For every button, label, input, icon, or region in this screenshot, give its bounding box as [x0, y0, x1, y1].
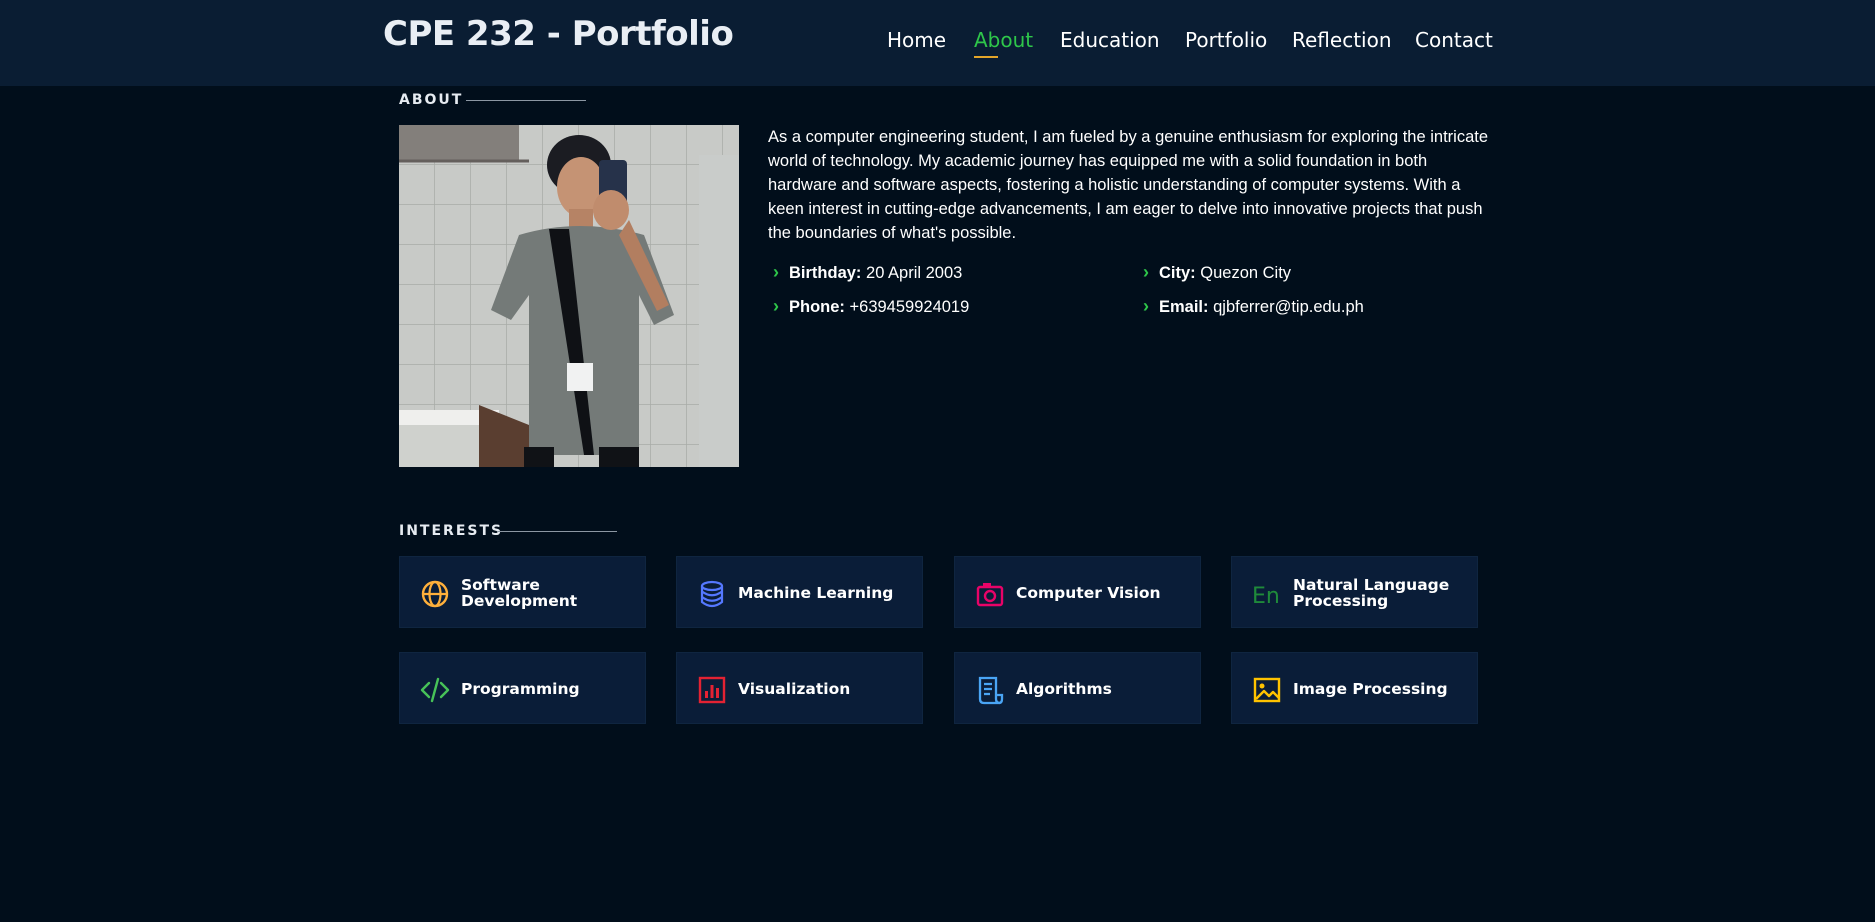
info-birthday: › Birthday: 20 April 2003 — [773, 262, 962, 283]
chevron-right-icon: › — [773, 262, 779, 282]
about-section-title: ABOUT — [399, 92, 464, 108]
interest-label: Visualization — [738, 680, 851, 698]
bar-chart-icon — [698, 676, 726, 704]
info-email-value: qjbferrer@tip.edu.ph — [1213, 298, 1364, 316]
info-phone: › Phone: +639459924019 — [773, 296, 969, 317]
info-phone-value: +639459924019 — [849, 298, 970, 316]
document-icon — [978, 676, 1004, 705]
svg-text:En: En — [1252, 584, 1280, 609]
nav-education[interactable]: Education — [1060, 28, 1160, 52]
interests-section-title: INTERESTS — [399, 523, 504, 539]
chevron-right-icon: › — [1143, 296, 1149, 316]
profile-photo-image — [399, 125, 739, 467]
info-phone-key: Phone: — [789, 298, 845, 316]
chevron-right-icon: › — [1143, 262, 1149, 282]
globe-icon — [421, 580, 449, 608]
language-icon: En — [1252, 584, 1280, 609]
info-city-key: City: — [1159, 264, 1196, 282]
nav-reflection[interactable]: Reflection — [1292, 28, 1392, 52]
nav-home[interactable]: Home — [887, 28, 946, 52]
interest-label: Software Development — [461, 576, 578, 610]
interest-card-computer-vision[interactable]: Computer Vision — [954, 556, 1201, 628]
interest-label: Programming — [461, 680, 580, 698]
image-icon — [1253, 677, 1281, 703]
about-description: As a computer engineering student, I am … — [768, 128, 1489, 242]
database-icon — [700, 580, 724, 608]
info-birthday-key: Birthday: — [789, 264, 862, 282]
nav-contact[interactable]: Contact — [1415, 28, 1493, 52]
interests-title-line — [497, 531, 617, 532]
site-header: CPE 232 - Portfolio Home About Education… — [0, 0, 1875, 86]
interest-card-machine-learning[interactable]: Machine Learning — [676, 556, 923, 628]
code-icon — [420, 677, 450, 703]
info-birthday-value: 20 April 2003 — [866, 264, 963, 282]
interest-label: Image Processing — [1293, 680, 1448, 698]
nav-about[interactable]: About — [974, 28, 1034, 58]
nav-portfolio[interactable]: Portfolio — [1185, 28, 1267, 52]
about-title-line — [466, 100, 586, 101]
info-city-value: Quezon City — [1200, 264, 1292, 282]
interest-label: Natural Language Processing — [1293, 576, 1450, 610]
camera-icon — [976, 583, 1004, 607]
profile-photo — [399, 125, 739, 467]
main-nav: Home About Education Portfolio Reflectio… — [0, 28, 1875, 68]
interest-label: Algorithms — [1016, 680, 1112, 698]
interest-card-software-development[interactable]: Software Development — [399, 556, 646, 628]
interest-card-image-processing[interactable]: Image Processing — [1231, 652, 1478, 724]
info-city: › City: Quezon City — [1143, 262, 1291, 283]
interest-label: Machine Learning — [738, 584, 894, 602]
interest-card-visualization[interactable]: Visualization — [676, 652, 923, 724]
info-email-key: Email: — [1159, 298, 1209, 316]
interest-card-algorithms[interactable]: Algorithms — [954, 652, 1201, 724]
active-underline — [974, 56, 998, 58]
interest-label: Computer Vision — [1016, 584, 1161, 602]
interest-card-nlp[interactable]: En Natural Language Processing — [1231, 556, 1478, 628]
nav-about-label: About — [974, 28, 1034, 52]
chevron-right-icon: › — [773, 296, 779, 316]
info-email: › Email: qjbferrer@tip.edu.ph — [1143, 296, 1364, 317]
interest-card-programming[interactable]: Programming — [399, 652, 646, 724]
